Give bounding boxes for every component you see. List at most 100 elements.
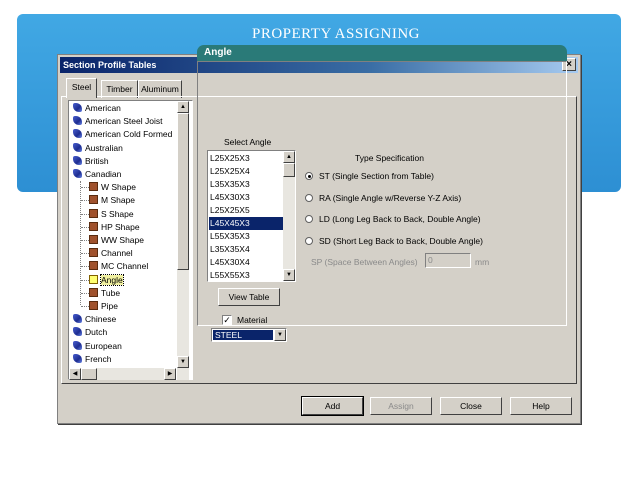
tree-item-label: Tube [101,287,121,298]
close-button[interactable]: Close [440,397,502,415]
tree-item-label: Channel [101,248,133,259]
section-tree[interactable]: American American Steel Joist American Col… [68,100,193,380]
tree-connector [81,279,89,281]
tree-item[interactable]: M Shape [89,194,135,207]
angle-list-item[interactable]: L45X30X3 [209,191,283,204]
angle-list-item[interactable]: L55X55X3 [209,269,283,281]
scroll-up-icon[interactable]: ▲ [177,101,189,113]
country-icon [73,353,82,363]
tree-item-label: Canadian [85,169,122,179]
view-table-button[interactable]: View Table [218,288,280,306]
country-icon [73,116,82,126]
angle-list-item[interactable]: L45X45X3 [209,217,283,230]
angle-list-item[interactable]: L55X35X3 [209,230,283,243]
angle-list-item[interactable]: L25X25X3 [209,152,283,165]
section-shape-icon [89,261,98,271]
tree-item[interactable]: Canadian [73,168,121,181]
angle-list-item[interactable]: L35X35X3 [209,178,283,191]
country-icon [73,327,82,337]
tree-item-label: Dutch [85,327,108,338]
type-spec-label: Type Specification [355,153,424,163]
tree-connector [81,200,89,202]
tree-item-label: European [85,340,122,351]
tree-item[interactable]: WW Shape [89,234,144,247]
country-icon [73,142,82,152]
sp-label: SP (Space Between Angles) [311,257,418,267]
radio-sd[interactable] [305,237,313,245]
select-angle-label: Select Angle [224,137,272,147]
tree-hscrollbar[interactable]: ◀ ▶ [69,368,176,380]
tree-item[interactable]: American [73,102,121,115]
tree-item[interactable]: W Shape [89,181,136,194]
material-value: STEEL [213,330,273,340]
angle-list-scrollbar[interactable]: ▲ ▼ [283,151,295,281]
panel-header: Angle [197,45,567,61]
scroll-up-icon[interactable]: ▲ [283,151,295,163]
tree-connector [81,240,89,241]
tree-item-label: American Cold Formed [85,129,173,140]
hscroll-thumb[interactable] [81,368,97,380]
tree-item[interactable]: MC Channel [89,260,148,273]
tree-item[interactable]: European [73,340,122,353]
material-select[interactable]: STEEL ▼ [211,328,287,342]
angle-list-item[interactable]: L25X25X5 [209,204,283,217]
tree-item[interactable]: British [73,155,109,168]
country-icon [73,314,82,324]
country-icon [73,129,82,139]
tree-scrollbar[interactable]: ▲ ▼ [177,101,189,380]
section-shape-icon [89,287,98,297]
tree-item[interactable]: Tube [89,287,120,300]
section-shape-icon [89,235,98,244]
sp-unit: mm [475,257,490,267]
material-label: Material [237,315,268,325]
scroll-thumb[interactable] [283,163,295,177]
sp-input[interactable]: 0 [425,253,471,268]
tree-item[interactable]: French [73,353,111,366]
tree-item[interactable]: Dutch [73,326,107,339]
scroll-down-icon[interactable]: ▼ [177,356,189,368]
tree-item[interactable]: S Shape [89,208,134,221]
section-shape-icon [89,301,98,310]
chevron-down-icon[interactable]: ▼ [274,329,286,341]
scroll-thumb[interactable] [177,113,189,270]
tree-item-label: Chinese [85,314,117,325]
tree-item-label: MC Channel [101,261,149,272]
radio-st[interactable] [305,172,313,180]
tree-item-label: Angle [100,273,124,286]
dialog-title: Section Profile Tables [63,60,157,70]
tree-item[interactable]: Channel [89,247,133,260]
tab-steel[interactable]: Steel [66,78,97,98]
angle-list[interactable]: ▲ ▼ L25X25X3 L25X25X4 L35X35X3 L45X30X3 L25X… [207,150,296,282]
assign-button[interactable]: Assign [370,397,432,415]
country-icon [73,169,82,178]
section-shape-icon [89,221,98,231]
scroll-right-icon[interactable]: ▶ [164,368,176,380]
radio-ld[interactable] [305,215,313,223]
tree-item[interactable]: Angle [89,273,124,287]
scroll-down-icon[interactable]: ▼ [283,269,295,281]
material-checkbox[interactable]: ✓ [222,315,232,325]
tree-item[interactable]: Australian [73,142,123,155]
tree-item[interactable]: American Cold Formed [73,128,172,141]
angle-list-item[interactable]: L25X25X4 [209,165,283,178]
tree-item[interactable]: HP Shape [89,221,140,234]
add-button[interactable]: Add [301,396,364,416]
tree-item[interactable]: Chinese [73,313,116,326]
section-shape-icon [89,274,98,284]
tree-item-label: British [85,155,109,166]
tree-item-label: Australian [85,142,123,153]
radio-ra[interactable] [305,194,313,202]
help-button[interactable]: Help [510,397,572,415]
angle-list-item[interactable]: L45X30X4 [209,256,283,269]
angle-list-item[interactable]: L35X35X4 [209,243,283,256]
scroll-left-icon[interactable]: ◀ [69,368,81,380]
tree-connector [81,253,89,255]
tree-item-label: HP Shape [101,221,140,232]
country-icon [73,103,82,112]
tree-item-label: Pipe [101,301,119,311]
tree-item-label: W Shape [101,182,136,193]
section-shape-icon [89,195,98,205]
country-icon [73,340,82,350]
tree-item[interactable]: American Steel Joist [73,115,162,128]
tree-item[interactable]: Pipe [89,300,118,313]
